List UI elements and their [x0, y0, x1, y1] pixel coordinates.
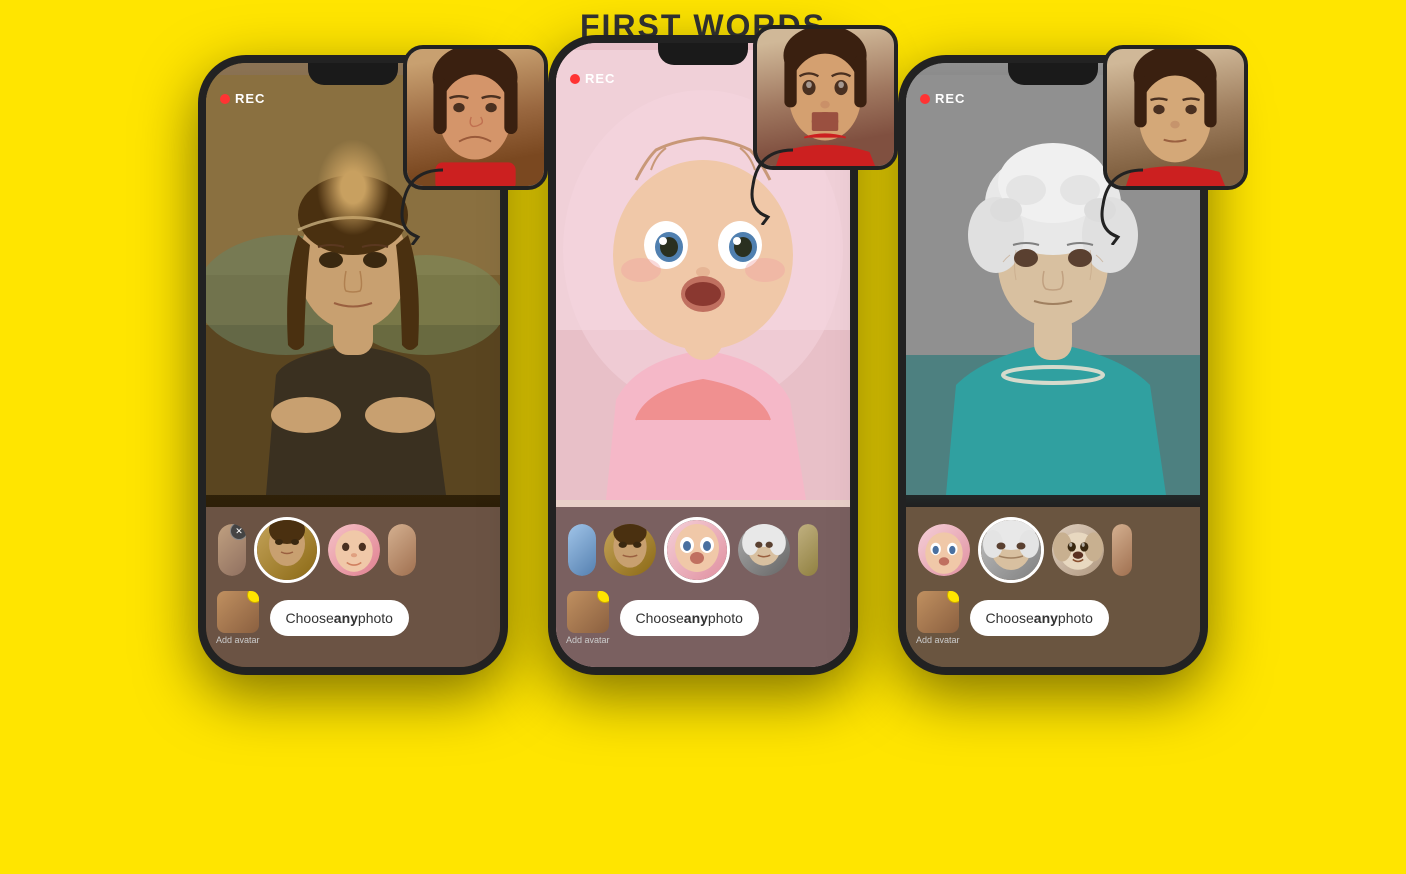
thumb-baby[interactable] [328, 524, 380, 576]
avatar-img-right [917, 591, 959, 633]
thumb-mona-active[interactable] [254, 517, 320, 583]
rec-text-left: REC [235, 91, 265, 106]
thumb-person-partial[interactable]: ✕ [218, 524, 246, 576]
phone-notch-left [308, 63, 398, 85]
thumb-baby-right[interactable] [918, 524, 970, 576]
phones-container: REC [0, 45, 1406, 675]
thumb-baby-active-center[interactable] [664, 517, 730, 583]
close-badge[interactable]: ✕ [230, 524, 246, 540]
thumb-partial-right[interactable] [388, 524, 416, 576]
add-avatar-row-center: Add avatar Choose any photo [566, 591, 840, 645]
rec-dot-center [570, 74, 580, 84]
avatar-label-right: Add avatar [916, 635, 960, 645]
thumb-dog-right[interactable] [1052, 524, 1104, 576]
add-avatar-btn-left[interactable]: Add avatar [216, 591, 260, 645]
rec-text-right: REC [935, 91, 965, 106]
thumbnails-row-right [916, 517, 1190, 583]
choose-photo-bold-center: any [684, 610, 708, 626]
choose-photo-bold-right: any [1034, 610, 1058, 626]
avatar-label-left: Add avatar [216, 635, 260, 645]
choose-photo-bold-left: any [334, 610, 358, 626]
arrow-center [738, 145, 808, 230]
choose-photo-suffix-left: photo [358, 610, 393, 626]
thumbnails-row-center [566, 517, 840, 583]
choose-photo-text-left: Choose [286, 610, 334, 626]
thumb-queen-center[interactable] [738, 524, 790, 576]
choose-photo-btn-left[interactable]: Choose any photo [270, 600, 409, 636]
add-avatar-row-right: Add avatar Choose any photo [916, 591, 1190, 645]
choose-photo-btn-right[interactable]: Choose any photo [970, 600, 1109, 636]
thumbnails-row-left: ✕ [216, 517, 490, 583]
arrow-left [388, 165, 458, 250]
bottom-bar-left: ✕ [206, 507, 500, 667]
add-avatar-row-left: Add avatar Choose any photo [216, 591, 490, 645]
phone-center-wrapper: REC [548, 35, 858, 675]
choose-photo-text-center: Choose [636, 610, 684, 626]
thumb-person-center[interactable] [568, 524, 596, 576]
bottom-bar-right: Add avatar Choose any photo [906, 507, 1200, 667]
thumb-partial-right-center[interactable] [798, 524, 818, 576]
rec-dot-left [220, 94, 230, 104]
avatar-img-left [217, 591, 259, 633]
phone-notch-center [658, 43, 748, 65]
choose-photo-suffix-right: photo [1058, 610, 1093, 626]
thumb-queen-active-right[interactable] [978, 517, 1044, 583]
rec-indicator-right: REC [920, 91, 965, 106]
avatar-img-center [567, 591, 609, 633]
thumb-partial-right-r[interactable] [1112, 524, 1132, 576]
rec-indicator-left: REC [220, 91, 265, 106]
rec-dot-right [920, 94, 930, 104]
add-avatar-btn-right[interactable]: Add avatar [916, 591, 960, 645]
thumb-mona-center[interactable] [604, 524, 656, 576]
choose-photo-btn-center[interactable]: Choose any photo [620, 600, 759, 636]
phone-left-wrapper: REC [198, 55, 508, 675]
rec-indicator-center: REC [570, 71, 615, 86]
choose-photo-text-right: Choose [986, 610, 1034, 626]
add-avatar-btn-center[interactable]: Add avatar [566, 591, 610, 645]
choose-photo-suffix-center: photo [708, 610, 743, 626]
phone-notch-right [1008, 63, 1098, 85]
arrow-right [1088, 165, 1158, 250]
phone-right-wrapper: REC [898, 55, 1208, 675]
avatar-label-center: Add avatar [566, 635, 610, 645]
rec-text-center: REC [585, 71, 615, 86]
bottom-bar-center: Add avatar Choose any photo [556, 507, 850, 667]
